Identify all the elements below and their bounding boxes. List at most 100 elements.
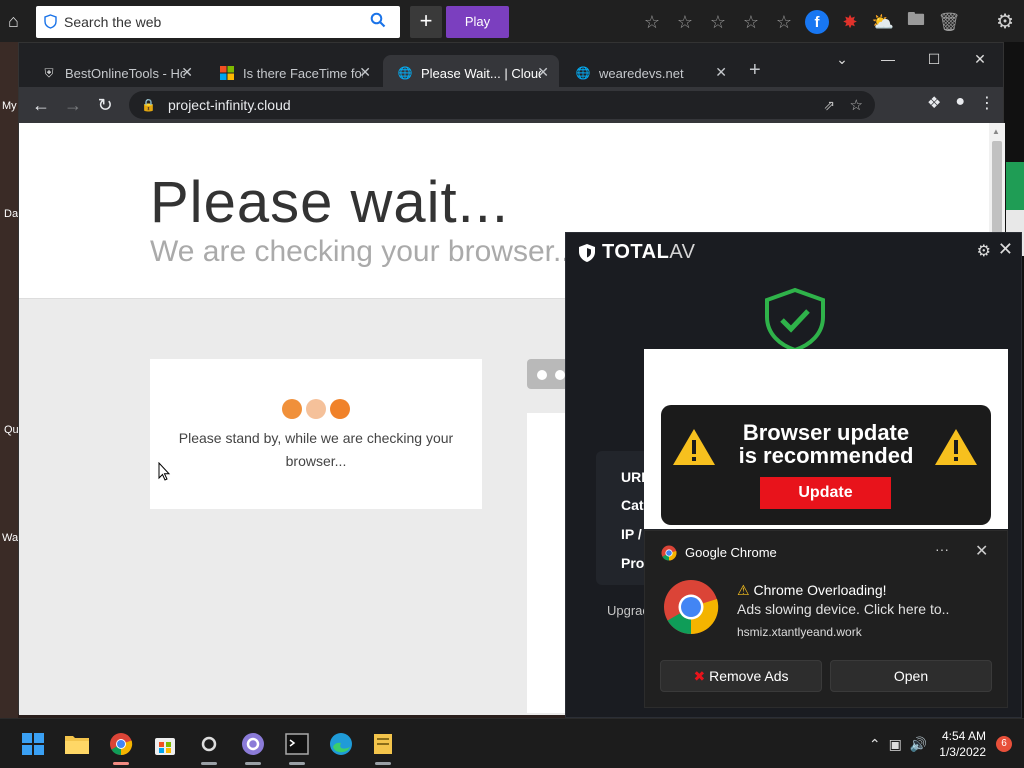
- info-label-ip: IP /: [621, 526, 642, 542]
- tab-wearedevs[interactable]: 🌐 wearedevs.net ✕: [561, 55, 737, 91]
- chrome-icon: [661, 545, 677, 561]
- star-icon[interactable]: ☆: [772, 10, 796, 34]
- mouse-cursor-icon: [158, 462, 171, 481]
- search-icon[interactable]: [370, 12, 386, 33]
- globe-icon: 🌐: [397, 66, 413, 80]
- upgrade-link[interactable]: Upgrac: [607, 603, 649, 618]
- notification-badge[interactable]: 6: [996, 736, 1012, 752]
- lock-icon[interactable]: 🔒: [141, 98, 156, 112]
- facebook-icon[interactable]: f: [805, 10, 829, 34]
- tab-title: Is there FaceTime for: [243, 65, 363, 81]
- tab-please-wait[interactable]: 🌐 Please Wait... | Cloudf ✕: [383, 55, 559, 91]
- maximize-icon[interactable]: ☐: [911, 47, 957, 71]
- desktop-green-icon: [1006, 162, 1024, 210]
- system-tray: ⌃ ▣ 🔊 4:54 AM 1/3/2022 6: [869, 719, 1024, 768]
- page-subtitle: We are checking your browser... p: [150, 235, 603, 268]
- start-icon[interactable]: [18, 729, 48, 759]
- loading-dot: [330, 399, 350, 419]
- new-tab-button[interactable]: +: [749, 59, 761, 82]
- close-icon[interactable]: ✕: [181, 64, 193, 81]
- warning-icon: ⚠: [737, 582, 750, 598]
- desktop-icon-label[interactable]: Da: [4, 208, 18, 220]
- network-icon[interactable]: ▣: [889, 736, 902, 753]
- trash-icon[interactable]: 🗑: [937, 10, 961, 34]
- minimize-icon[interactable]: —: [865, 47, 911, 71]
- clock[interactable]: 4:54 AM 1/3/2022: [939, 728, 986, 760]
- weather-icon[interactable]: ⛅: [871, 10, 895, 34]
- globe-icon: 🌐: [575, 66, 591, 80]
- update-button[interactable]: Update: [760, 477, 891, 509]
- totalav-shield-icon: [579, 243, 595, 262]
- taskbar: ⌃ ▣ 🔊 4:54 AM 1/3/2022 6: [0, 718, 1024, 768]
- bug-icon[interactable]: ✸: [838, 10, 862, 34]
- totalav-logo: TOTAL AV: [578, 241, 696, 264]
- bookmark-star-icon[interactable]: ☆: [850, 96, 863, 114]
- gear-icon[interactable]: ⚙: [977, 241, 991, 261]
- gear-icon[interactable]: ⚙: [996, 9, 1014, 34]
- chrome-notification[interactable]: Google Chrome ··· ✕ ⚠ Chrome Overloading…: [644, 530, 1008, 708]
- star-icon[interactable]: ☆: [640, 10, 664, 34]
- tab-search-icon[interactable]: ⌄: [819, 47, 865, 71]
- browser-actions: ❖ ● ⋮: [927, 93, 995, 113]
- search-input[interactable]: Search the web: [36, 6, 400, 38]
- volume-icon[interactable]: 🔊: [910, 736, 927, 753]
- search-placeholder: Search the web: [64, 14, 162, 30]
- tab-facetime[interactable]: Is there FaceTime for ✕: [205, 55, 381, 91]
- loading-dot: [282, 399, 302, 419]
- close-icon[interactable]: ✕: [998, 239, 1013, 260]
- profile-icon[interactable]: ●: [955, 93, 965, 113]
- chrome-taskbar-icon[interactable]: [106, 729, 136, 765]
- clock-time: 4:54 AM: [941, 729, 986, 743]
- share-icon[interactable]: ⇗: [823, 97, 835, 114]
- star-icon[interactable]: ☆: [673, 10, 697, 34]
- forward-icon[interactable]: →: [57, 89, 89, 121]
- desktop-icon-label[interactable]: Qu: [4, 424, 19, 436]
- menu-icon[interactable]: ⋮: [979, 93, 995, 113]
- folder-icon[interactable]: 🖿: [904, 9, 928, 34]
- star-icon[interactable]: ☆: [706, 10, 730, 34]
- search-taskbar-icon[interactable]: [194, 729, 224, 765]
- terminal-icon[interactable]: [282, 729, 312, 765]
- loading-dot: [306, 399, 326, 419]
- toolbar-icon-group: ☆ ☆ ☆ ☆ ☆ f ✸ ⛅ 🖿 🗑: [640, 9, 961, 34]
- reload-icon[interactable]: ↻: [89, 89, 121, 121]
- page-title: Please wait...: [150, 170, 509, 235]
- close-window-icon[interactable]: ✕: [957, 47, 1003, 71]
- shield-icon: ⛨: [44, 65, 54, 80]
- ad-title-line: Browser update: [742, 420, 910, 445]
- close-icon[interactable]: ✕: [715, 64, 727, 81]
- running-indicator: [201, 762, 217, 765]
- tab-bestonlinetools[interactable]: ⛨ BestOnlineTools - How ✕: [27, 55, 203, 91]
- more-options-icon[interactable]: ···: [935, 541, 949, 557]
- chrome-logo-icon: [664, 580, 719, 635]
- file-explorer-icon[interactable]: [62, 729, 92, 759]
- browser-update-ad[interactable]: Browser update is recommended Update: [644, 349, 1008, 529]
- edge-icon[interactable]: [326, 729, 356, 759]
- extensions-icon[interactable]: ❖: [927, 93, 941, 113]
- play-button[interactable]: Play: [446, 6, 509, 38]
- remove-ads-button[interactable]: ✖ Remove Ads: [660, 660, 822, 692]
- open-button[interactable]: Open: [830, 660, 992, 692]
- url-text: project-infinity.cloud: [167, 97, 291, 113]
- address-bar[interactable]: 🔒 project-infinity.cloud ⇗ ☆: [129, 91, 875, 119]
- close-icon[interactable]: ✕: [537, 64, 549, 81]
- notes-icon[interactable]: [368, 729, 398, 765]
- chevron-up-icon[interactable]: ⌃: [869, 736, 881, 753]
- warning-icon: [935, 429, 977, 465]
- home-icon[interactable]: ⌂: [8, 12, 28, 30]
- back-icon[interactable]: ←: [25, 89, 57, 121]
- loading-message: Please stand by, while we are checking y…: [178, 430, 454, 469]
- star-icon[interactable]: ☆: [739, 10, 763, 34]
- close-icon[interactable]: ✕: [359, 64, 371, 81]
- store-icon[interactable]: [150, 729, 180, 759]
- scroll-up-icon[interactable]: ▲: [992, 127, 1000, 136]
- notification-body: Ads slowing device. Click here to..: [737, 601, 950, 617]
- app-icon[interactable]: [238, 729, 268, 765]
- notification-app-name: Google Chrome: [685, 545, 777, 560]
- add-button[interactable]: +: [410, 6, 442, 38]
- close-icon[interactable]: ✕: [975, 541, 988, 561]
- desktop-icon-label[interactable]: Wa: [2, 532, 18, 544]
- running-indicator: [375, 762, 391, 765]
- close-red-icon: ✖: [693, 668, 706, 684]
- desktop-icon-label[interactable]: My: [2, 100, 17, 112]
